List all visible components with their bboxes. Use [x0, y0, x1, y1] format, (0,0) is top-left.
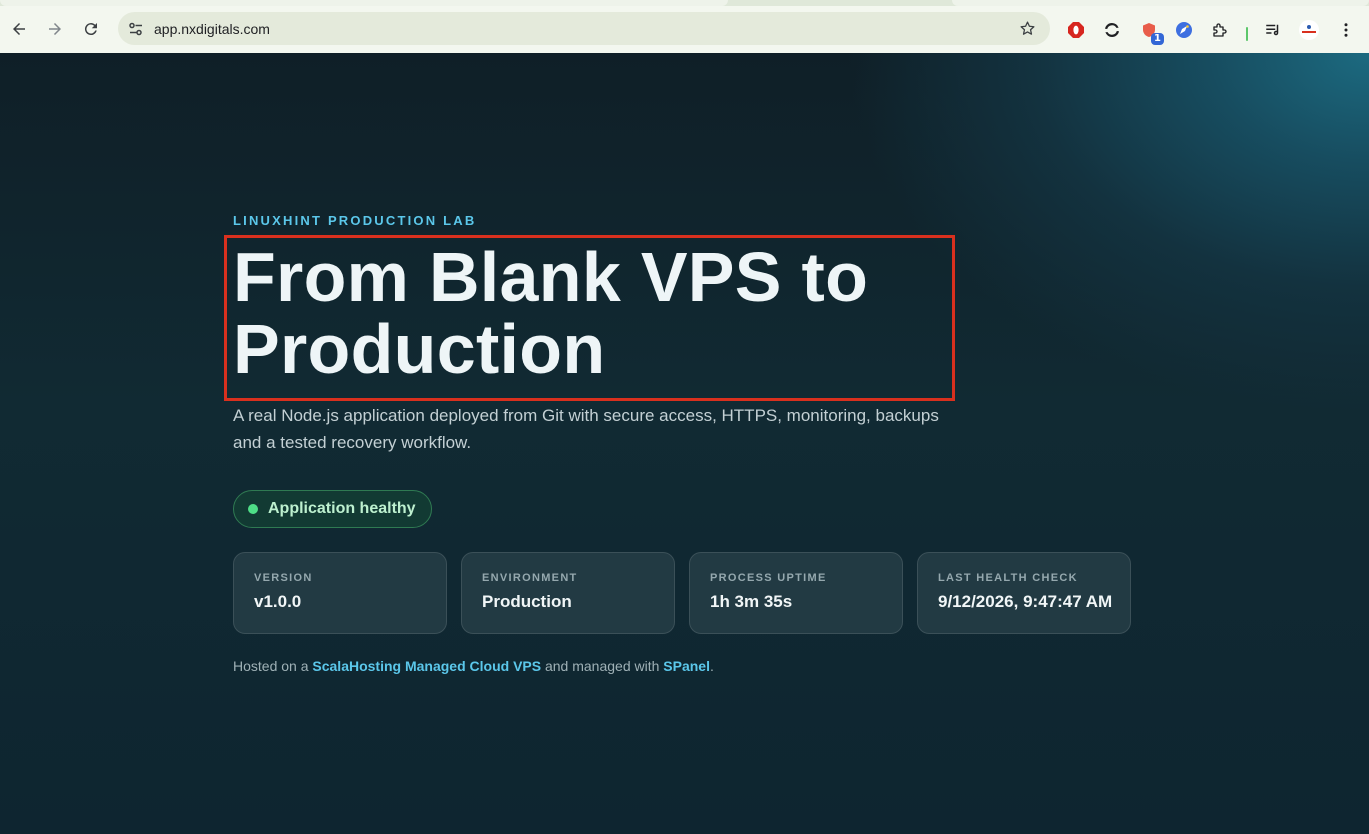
- rocket-extension-icon[interactable]: [1173, 19, 1195, 41]
- page-title: From Blank VPS to Production: [233, 241, 953, 385]
- stat-label: ENVIRONMENT: [482, 572, 578, 584]
- stat-label: LAST HEALTH CHECK: [938, 572, 1078, 584]
- reading-list-icon[interactable]: [1262, 19, 1284, 41]
- stats-cards: VERSION v1.0.0 ENVIRONMENT Production PR…: [233, 552, 1131, 634]
- puzzle-extensions-icon[interactable]: [1209, 19, 1231, 41]
- arrow-left-icon: [13, 23, 25, 35]
- forward-button[interactable]: [37, 11, 73, 47]
- address-bar[interactable]: app.nxdigitals.com: [118, 12, 1050, 45]
- profile-avatar[interactable]: [1298, 19, 1320, 41]
- scalahosting-link[interactable]: ScalaHosting Managed Cloud VPS: [312, 658, 541, 674]
- eyebrow-label: LINUXHINT PRODUCTION LAB: [233, 213, 477, 228]
- sync-extension-icon[interactable]: [1101, 19, 1123, 41]
- spanel-link[interactable]: SPanel: [663, 658, 710, 674]
- more-menu-icon[interactable]: [1335, 19, 1357, 41]
- stat-card-environment: ENVIRONMENT Production: [461, 552, 675, 634]
- bookmark-star-icon[interactable]: [1019, 20, 1036, 37]
- title-line-1: From Blank VPS to: [233, 238, 869, 316]
- status-text: Application healthy: [268, 500, 416, 517]
- lead-paragraph: A real Node.js application deployed from…: [233, 406, 939, 452]
- hosting-note: Hosted on a ScalaHosting Managed Cloud V…: [233, 658, 714, 674]
- stat-value: 1h 3m 35s: [710, 592, 793, 611]
- shield-extension-icon[interactable]: 1: [1138, 19, 1164, 45]
- stat-value: Production: [482, 592, 572, 611]
- hosting-note-suffix: .: [710, 658, 714, 674]
- hosting-note-middle: and managed with: [541, 658, 664, 674]
- status-badge: Application healthy: [233, 490, 432, 528]
- stat-value: 9/12/2026, 9:47:47 AM: [938, 592, 1113, 611]
- url-text[interactable]: app.nxdigitals.com: [154, 21, 270, 37]
- reload-icon: [84, 23, 97, 36]
- title-line-2: Production: [233, 310, 606, 388]
- stat-card-version: VERSION v1.0.0: [233, 552, 447, 634]
- hosting-note-prefix: Hosted on a: [233, 658, 313, 674]
- page-content: LINUXHINT PRODUCTION LAB From Blank VPS …: [0, 53, 1369, 834]
- opera-extension-icon[interactable]: [1065, 19, 1087, 41]
- stat-card-uptime: PROCESS UPTIME 1h 3m 35s: [689, 552, 903, 634]
- stat-label: PROCESS UPTIME: [710, 572, 827, 584]
- back-button[interactable]: [1, 11, 37, 47]
- stat-label: VERSION: [254, 572, 313, 584]
- status-dot-icon: [248, 504, 258, 514]
- toolbar-divider: [1246, 27, 1248, 41]
- stat-value: v1.0.0: [254, 592, 302, 611]
- reload-button[interactable]: [73, 11, 109, 47]
- extension-badge: 1: [1151, 33, 1164, 45]
- site-info-icon[interactable]: [120, 12, 152, 45]
- arrow-right-icon: [49, 23, 61, 35]
- browser-toolbar: app.nxdigitals.com 1: [0, 6, 1369, 53]
- stat-card-health-check: LAST HEALTH CHECK 9/12/2026, 9:47:47 AM: [917, 552, 1131, 634]
